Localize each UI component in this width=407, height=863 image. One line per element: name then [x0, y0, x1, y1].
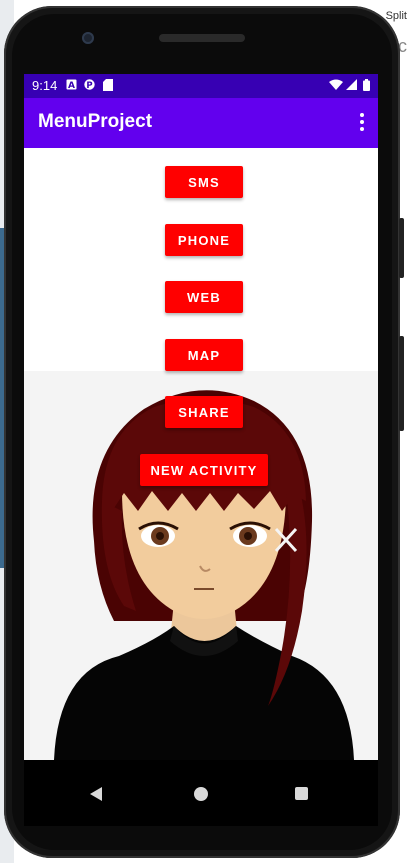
app-title: MenuProject [38, 111, 153, 132]
earpiece-speaker [159, 34, 245, 42]
a-icon: A [66, 79, 77, 91]
status-bar: 9:14 A P [24, 74, 378, 98]
anime-girl-portrait [24, 371, 378, 760]
sd-card-icon [102, 79, 113, 91]
map-button[interactable]: MAP [165, 339, 243, 371]
battery-icon [362, 79, 370, 91]
volume-button[interactable] [399, 218, 404, 278]
web-button[interactable]: WEB [165, 281, 243, 313]
wifi-icon [329, 79, 343, 90]
svg-text:A: A [68, 81, 75, 90]
power-button[interactable] [399, 336, 404, 431]
phone-frame: 9:14 A P MenuProject SMS PHONE WEB MAP S… [4, 6, 404, 858]
status-time: 9:14 [32, 78, 58, 93]
background-text: Split [385, 10, 407, 22]
share-button[interactable]: SHARE [165, 396, 243, 428]
more-vert-icon[interactable] [358, 113, 366, 133]
front-camera [82, 32, 94, 44]
sms-button[interactable]: SMS [165, 166, 243, 198]
home-icon[interactable] [194, 787, 208, 801]
signal-icon [346, 79, 357, 90]
phone-button[interactable]: PHONE [165, 224, 243, 256]
back-icon[interactable] [90, 787, 102, 801]
p-icon: P [84, 79, 95, 91]
svg-text:P: P [86, 81, 92, 90]
device-screen: 9:14 A P MenuProject SMS PHONE WEB MAP S… [24, 74, 378, 826]
navigation-bar [24, 760, 378, 826]
app-bar: MenuProject [24, 98, 378, 148]
main-content: SMS PHONE WEB MAP SHARE NEW ACTIVITY [24, 148, 378, 760]
new-activity-button[interactable]: NEW ACTIVITY [140, 454, 268, 486]
recent-apps-icon[interactable] [295, 787, 308, 800]
